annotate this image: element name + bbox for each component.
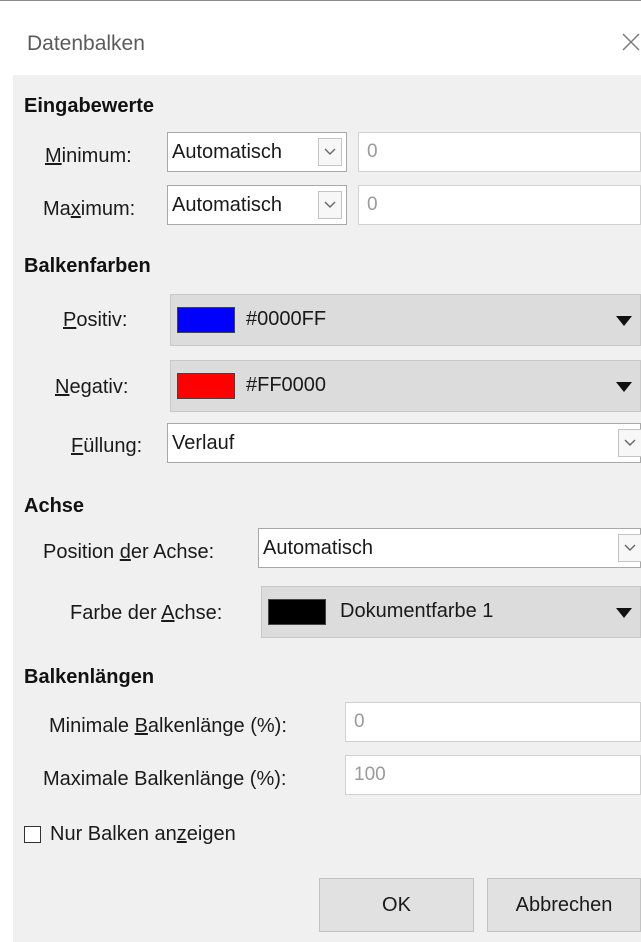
maximum-label: Maximum:	[43, 198, 136, 220]
positive-label: Positiv:	[63, 309, 128, 331]
fill-select[interactable]: Verlauf	[167, 423, 641, 463]
fill-label: Füllung:	[71, 435, 143, 457]
title-bar: Datenbalken	[0, 0, 641, 76]
section-input-values: Eingabewerte	[24, 95, 155, 117]
dialog-body: Eingabewerte Minimum: Automatisch 0 Maxi…	[13, 75, 641, 942]
axis-color-picker[interactable]: Dokumentfarbe 1	[261, 586, 641, 638]
minimum-value-input[interactable]: 0	[358, 132, 641, 172]
axis-color-swatch	[268, 599, 326, 625]
chevron-down-icon	[318, 191, 342, 219]
negative-label: Negativ:	[55, 376, 129, 398]
positive-color-swatch	[177, 307, 235, 333]
chevron-down-icon	[618, 534, 641, 562]
min-length-label: Minimale Balkenlänge (%):	[49, 715, 287, 737]
chevron-down-icon	[318, 138, 342, 166]
maximum-mode-select[interactable]: Automatisch	[167, 185, 347, 225]
positive-color-picker[interactable]: #0000FF	[170, 294, 641, 346]
max-length-input[interactable]: 100	[345, 755, 641, 795]
min-length-input[interactable]: 0	[345, 702, 641, 742]
maximum-value-input[interactable]: 0	[358, 185, 641, 225]
axis-position-label: Position der Achse:	[43, 541, 215, 563]
section-bar-colors: Balkenfarben	[24, 255, 151, 277]
dialog-title: Datenbalken	[27, 32, 145, 55]
max-length-label: Maximale Balkenlänge (%):	[43, 768, 287, 790]
section-bar-lengths: Balkenlängen	[24, 666, 155, 688]
chevron-down-icon	[618, 429, 641, 457]
negative-color-swatch	[177, 373, 235, 399]
only-bars-label[interactable]: Nur Balken anzeigen	[50, 823, 236, 846]
axis-position-select[interactable]: Automatisch	[258, 528, 641, 568]
axis-color-label: Farbe der Achse:	[70, 602, 223, 624]
minimum-mode-select[interactable]: Automatisch	[167, 132, 347, 172]
minimum-label: Minimum:	[45, 145, 132, 167]
dropdown-arrow-icon	[616, 608, 632, 618]
dropdown-arrow-icon	[616, 382, 632, 392]
section-axis: Achse	[24, 495, 85, 517]
close-icon[interactable]	[618, 29, 641, 55]
negative-color-picker[interactable]: #FF0000	[170, 360, 641, 412]
cancel-button[interactable]: Abbrechen	[487, 878, 641, 932]
dropdown-arrow-icon	[616, 316, 632, 326]
ok-button[interactable]: OK	[319, 878, 474, 932]
only-bars-checkbox[interactable]	[24, 826, 41, 843]
